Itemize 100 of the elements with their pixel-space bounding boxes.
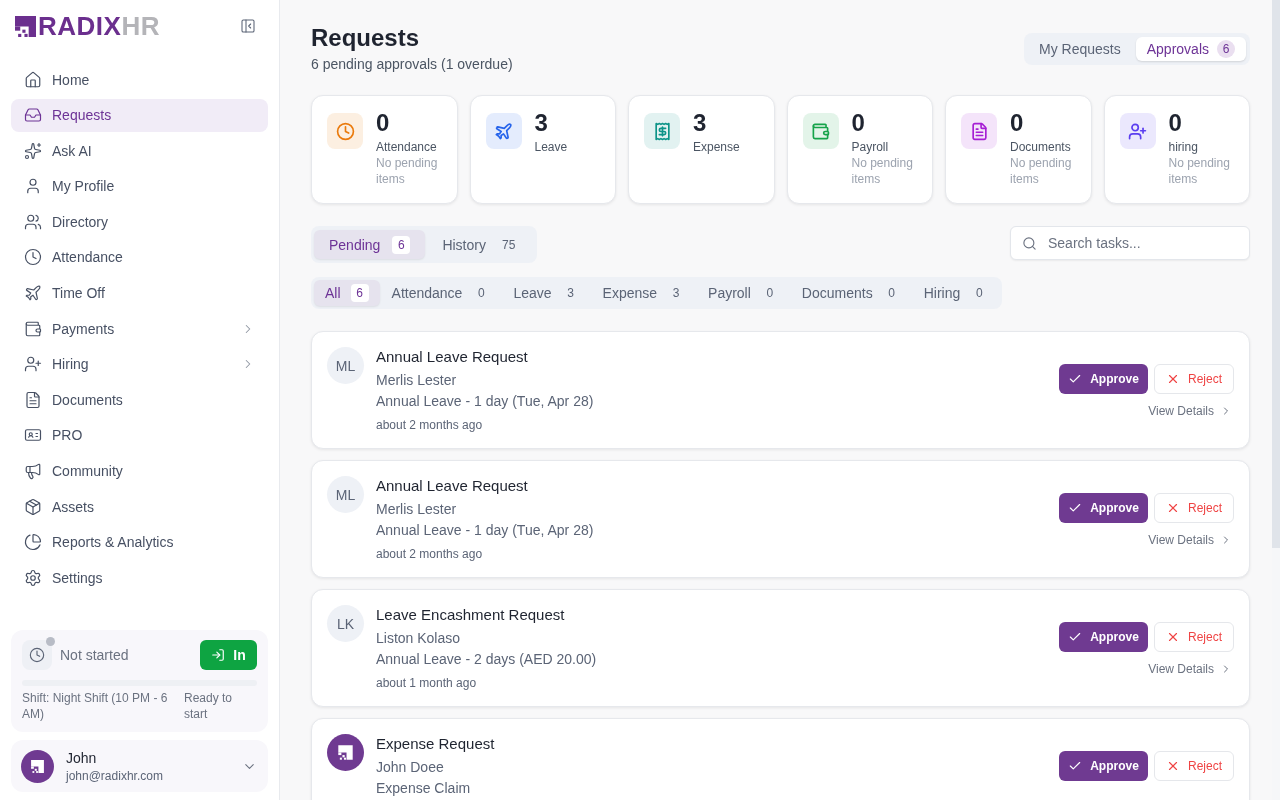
approve-button[interactable]: Approve bbox=[1059, 751, 1148, 781]
stat-label: hiring bbox=[1168, 139, 1199, 155]
stat-label: Attendance bbox=[376, 139, 438, 155]
logo-avatar-icon bbox=[327, 734, 364, 771]
logo-wordmark: RADIXHR bbox=[38, 14, 160, 38]
plane-icon bbox=[24, 284, 42, 303]
filter-tab[interactable]: Leave 3 bbox=[502, 280, 591, 306]
request-time: about 2 months ago bbox=[376, 417, 484, 433]
page-title: Requests bbox=[311, 23, 421, 53]
sparkles-icon bbox=[24, 141, 42, 160]
nav-item[interactable]: Hiring bbox=[11, 347, 268, 381]
initials-avatar: LK bbox=[327, 605, 364, 642]
approve-button[interactable]: Approve bbox=[1059, 493, 1148, 523]
person-plus-icon bbox=[24, 355, 42, 374]
approve-button[interactable]: Approve bbox=[1059, 622, 1148, 652]
filter-tab[interactable]: Hiring 0 bbox=[912, 280, 1000, 306]
nav-item[interactable]: Assets bbox=[11, 490, 268, 524]
stat-note: No pending items bbox=[851, 155, 914, 187]
reject-button[interactable]: Reject bbox=[1154, 364, 1234, 394]
user-email: john@radixhr.com bbox=[66, 768, 163, 784]
search-icon bbox=[1022, 236, 1037, 251]
person-icon bbox=[24, 177, 42, 196]
nav-item[interactable]: Time Off bbox=[11, 276, 268, 310]
initials-avatar: ML bbox=[327, 347, 364, 384]
reject-button[interactable]: Reject bbox=[1154, 622, 1234, 652]
request-detail: Annual Leave - 2 days (AED 20.00) bbox=[376, 650, 598, 669]
close-icon bbox=[1166, 372, 1180, 386]
status-tab[interactable]: Pending 6 bbox=[314, 230, 426, 259]
logo-icon bbox=[15, 15, 36, 37]
request-title: Annual Leave Request bbox=[376, 347, 529, 367]
nav-item[interactable]: Settings bbox=[11, 561, 268, 595]
box-icon bbox=[24, 497, 42, 516]
stat-value: 0 bbox=[1010, 111, 1025, 135]
login-icon bbox=[211, 648, 226, 662]
view-details-link[interactable]: View Details bbox=[1148, 661, 1232, 677]
nav-item[interactable]: Directory bbox=[11, 205, 268, 239]
nav-item[interactable]: PRO bbox=[11, 418, 268, 452]
user-menu[interactable]: John john@radixhr.com bbox=[11, 740, 268, 792]
initials-avatar: ML bbox=[327, 476, 364, 513]
shift-note: Ready to start bbox=[184, 690, 234, 722]
status-tab[interactable]: History 75 bbox=[427, 230, 535, 259]
stat-value: 3 bbox=[534, 111, 549, 135]
check-icon bbox=[1068, 372, 1083, 386]
request-time: about 1 month ago bbox=[376, 675, 478, 691]
document-icon bbox=[24, 390, 42, 409]
stat-label: Leave bbox=[534, 139, 568, 155]
panel-left-icon[interactable] bbox=[240, 18, 256, 34]
filter-tab[interactable]: Attendance 0 bbox=[380, 280, 502, 306]
nav-item[interactable]: Community bbox=[11, 454, 268, 488]
nav-item[interactable]: Documents bbox=[11, 383, 268, 417]
filter-tab[interactable]: Documents 0 bbox=[790, 280, 912, 306]
stat-label: Expense bbox=[693, 139, 740, 155]
stat-label: Payroll bbox=[851, 139, 890, 155]
check-icon bbox=[1068, 501, 1083, 515]
filter-tab[interactable]: Expense 3 bbox=[591, 280, 697, 306]
wallet-icon bbox=[24, 319, 42, 338]
stat-value: 3 bbox=[693, 111, 708, 135]
house-icon bbox=[24, 70, 42, 89]
close-icon bbox=[1166, 630, 1180, 644]
requester-name: Merlis Lester bbox=[376, 500, 458, 519]
filter-tab[interactable]: All 6 bbox=[314, 280, 380, 306]
nav-item[interactable]: Reports & Analytics bbox=[11, 525, 268, 559]
view-tab[interactable]: Approvals 6 bbox=[1135, 37, 1246, 61]
request-time: about 2 months ago bbox=[376, 546, 484, 562]
filter-tab[interactable]: Payroll 0 bbox=[697, 280, 790, 306]
view-details-link[interactable]: View Details bbox=[1148, 403, 1232, 419]
requester-name: Liston Kolaso bbox=[376, 629, 462, 648]
request-title: Expense Request bbox=[376, 734, 496, 754]
view-tab[interactable]: My Requests bbox=[1028, 37, 1132, 61]
nav-item[interactable]: Attendance bbox=[11, 240, 268, 274]
megaphone-icon bbox=[24, 462, 42, 481]
nav-item[interactable]: Payments bbox=[11, 312, 268, 346]
close-icon bbox=[1166, 501, 1180, 515]
search-field[interactable]: Search tasks... bbox=[1010, 226, 1250, 260]
request-title: Leave Encashment Request bbox=[376, 605, 566, 625]
reject-button[interactable]: Reject bbox=[1154, 493, 1234, 523]
people-icon bbox=[24, 212, 42, 231]
approve-button[interactable]: Approve bbox=[1059, 364, 1148, 394]
inbox-icon bbox=[24, 106, 42, 125]
scrollbar-thumb[interactable] bbox=[1272, 0, 1280, 548]
gear-icon bbox=[24, 568, 42, 587]
close-icon bbox=[1166, 759, 1180, 773]
nav-item[interactable]: My Profile bbox=[11, 169, 268, 203]
request-detail: Expense Claim bbox=[376, 779, 472, 798]
stat-note: No pending items bbox=[1010, 155, 1073, 187]
shift-text: Shift: Night Shift (10 PM - 6 AM) bbox=[22, 690, 169, 722]
page-subtitle: 6 pending approvals (1 overdue) bbox=[311, 55, 513, 74]
stat-note: No pending items bbox=[376, 155, 439, 187]
nav-item[interactable]: Home bbox=[11, 63, 268, 96]
nav-item[interactable]: Ask AI bbox=[11, 134, 268, 168]
stat-value: 0 bbox=[1168, 111, 1183, 135]
stat-value: 0 bbox=[376, 111, 391, 135]
stat-note: No pending items bbox=[1168, 155, 1231, 187]
clock-status: Not started bbox=[60, 646, 129, 665]
check-icon bbox=[1068, 759, 1083, 773]
reject-button[interactable]: Reject bbox=[1154, 751, 1234, 781]
nav-item[interactable]: Requests bbox=[11, 98, 268, 132]
clock-icon bbox=[22, 640, 52, 670]
request-detail: Annual Leave - 1 day (Tue, Apr 28) bbox=[376, 521, 595, 540]
view-details-link[interactable]: View Details bbox=[1148, 532, 1232, 548]
